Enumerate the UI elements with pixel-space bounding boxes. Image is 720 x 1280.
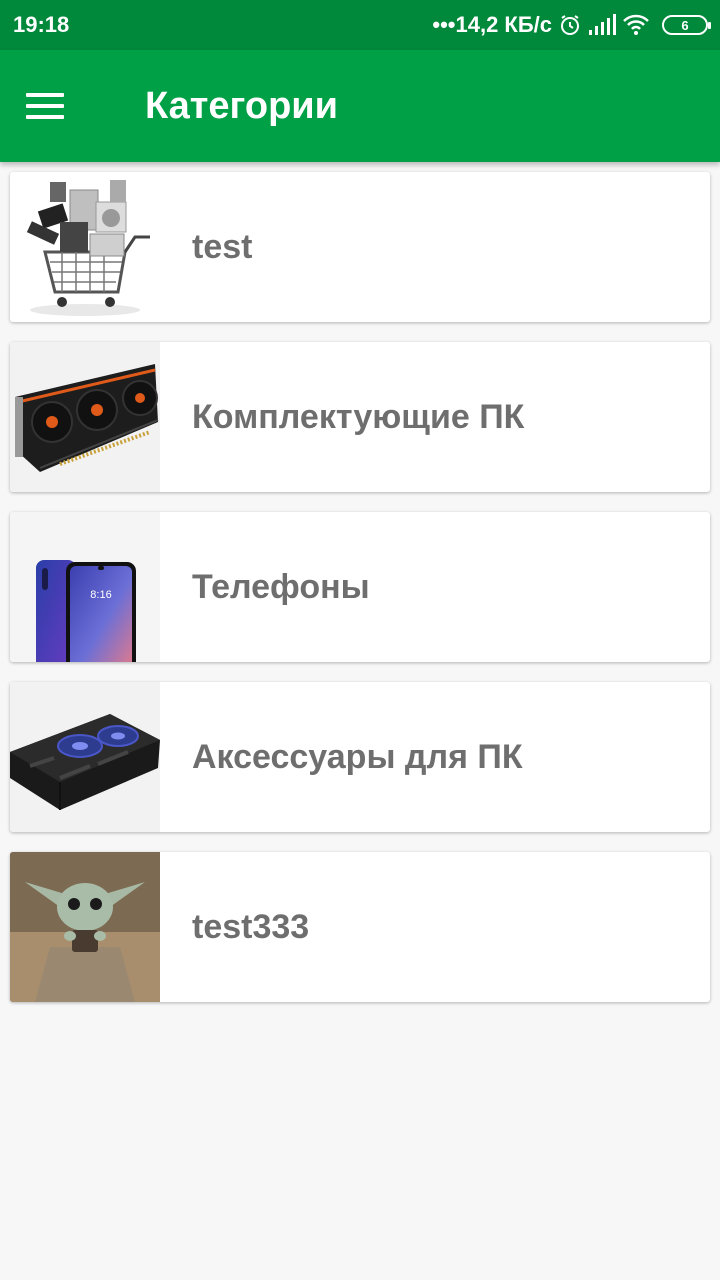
battery-icon: 6	[662, 15, 711, 35]
category-label: Комплектующие ПК	[192, 397, 525, 436]
category-label: Телефоны	[192, 567, 370, 606]
category-image	[10, 342, 160, 492]
page-title: Категории	[145, 84, 339, 127]
category-image	[10, 682, 160, 832]
hamburger-menu-icon	[26, 93, 64, 119]
smartphone-image: 8:16	[36, 560, 136, 662]
category-item-phones[interactable]: 8:16 Телефоны	[10, 512, 710, 662]
app-bar: Категории	[0, 50, 720, 162]
category-image	[10, 852, 160, 1002]
wifi-icon	[622, 14, 650, 36]
shopping-cart-electronics-image	[26, 180, 150, 316]
network-speed: •••14,2 КБ/с	[432, 12, 552, 37]
svg-text:8:16: 8:16	[90, 589, 111, 601]
status-time: 19:18	[13, 12, 70, 37]
category-item-pc-accessories[interactable]: Аксессуары для ПК	[10, 682, 710, 832]
category-image: 8:16	[10, 512, 160, 662]
signal-icon	[588, 14, 616, 36]
menu-button[interactable]	[0, 50, 112, 162]
status-bar: 19:18 •••14,2 КБ/с 6	[0, 0, 720, 50]
category-label: Аксессуары для ПК	[192, 737, 523, 776]
graphics-card-image	[15, 364, 159, 472]
laptop-cooling-pad-image	[10, 714, 160, 810]
status-icons: •••14,2 КБ/с 6	[432, 12, 711, 38]
category-item-test[interactable]: test	[10, 172, 710, 322]
baby-yoda-image	[10, 852, 160, 1002]
category-label: test333	[192, 907, 310, 946]
category-item-pc-components[interactable]: Комплектующие ПК	[10, 342, 710, 492]
category-image	[10, 172, 160, 322]
category-item-test333[interactable]: test333	[10, 852, 710, 1002]
battery-level: 6	[681, 17, 689, 33]
category-label: test	[192, 227, 253, 266]
category-list: test Комплектующие ПК 8:16 Телефоны Аксе…	[10, 172, 710, 1002]
alarm-icon	[558, 13, 582, 37]
